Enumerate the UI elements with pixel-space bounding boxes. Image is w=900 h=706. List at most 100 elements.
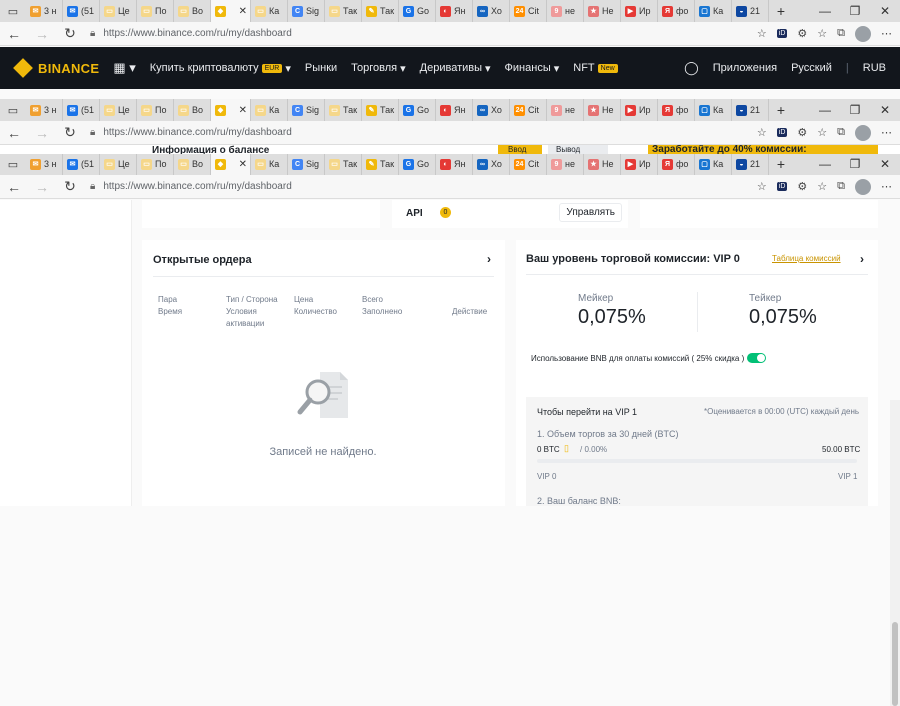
profile-avatar[interactable]: [855, 25, 871, 42]
browser-tab[interactable]: ▭ Во: [174, 153, 211, 175]
browser-tab[interactable]: ▭ Так: [325, 99, 362, 121]
favorites-list-icon[interactable]: ☆: [817, 180, 827, 193]
browser-tab[interactable]: ★ Не: [584, 0, 621, 22]
browser-tab[interactable]: ▭ Во: [174, 99, 211, 121]
favorite-icon[interactable]: ☆: [757, 180, 767, 193]
chevron-right-icon[interactable]: ›: [860, 252, 864, 266]
browser-tab[interactable]: ✉ (51: [63, 153, 100, 175]
browser-tab[interactable]: ◆ ✕: [211, 153, 251, 175]
chevron-right-icon[interactable]: ›: [487, 252, 491, 266]
browser-tab[interactable]: ✉ (51: [63, 0, 100, 22]
withdraw-button[interactable]: Вывод: [548, 145, 608, 154]
window-menu-icon[interactable]: ▭: [0, 99, 26, 121]
browser-tab[interactable]: Яфо: [658, 153, 695, 175]
forward-icon[interactable]: →: [28, 125, 56, 141]
browser-tab[interactable]: ✉ 3 н: [26, 0, 63, 22]
browser-tab[interactable]: G Go: [399, 0, 436, 22]
browser-tab[interactable]: ✎ Так: [362, 99, 399, 121]
profile-avatar[interactable]: [855, 178, 871, 195]
more-icon[interactable]: ⋯: [881, 126, 892, 139]
browser-tab[interactable]: ✎ Так: [362, 153, 399, 175]
favorite-icon[interactable]: ☆: [757, 27, 767, 40]
browser-tab[interactable]: G Go: [399, 99, 436, 121]
reload-icon[interactable]: ↻: [56, 25, 84, 42]
browser-tab[interactable]: ▭ Це: [100, 99, 137, 121]
binance-logo[interactable]: BINANCE: [13, 58, 99, 78]
profile-avatar[interactable]: [855, 124, 871, 141]
nav-trade[interactable]: Торговля ▾: [351, 62, 405, 75]
deposit-button[interactable]: Ввод: [498, 145, 542, 154]
extensions-icon[interactable]: ⚙: [797, 126, 807, 139]
browser-tab[interactable]: ◐ Ян: [436, 153, 473, 175]
forward-icon[interactable]: →: [28, 179, 56, 195]
new-tab-button[interactable]: +: [769, 156, 793, 172]
favorite-icon[interactable]: ☆: [757, 126, 767, 139]
collections-icon[interactable]: ⧉: [837, 27, 845, 40]
browser-tab[interactable]: ∞ Хо: [473, 99, 510, 121]
lock-icon[interactable]: 🔒︎: [90, 127, 95, 138]
browser-tab[interactable]: ▭ Ка: [251, 99, 288, 121]
browser-tab[interactable]: Яфо: [658, 99, 695, 121]
bnb-fee-toggle[interactable]: [747, 353, 766, 363]
back-icon[interactable]: ←: [0, 179, 28, 195]
browser-tab[interactable]: ▢ Ка: [695, 99, 732, 121]
extension-id-icon[interactable]: iD: [776, 128, 788, 137]
browser-tab[interactable]: C Sig: [288, 99, 325, 121]
close-tab-icon[interactable]: ✕: [239, 6, 247, 17]
browser-tab[interactable]: G Go: [399, 153, 436, 175]
address-input[interactable]: 🔒︎ https://www.binance.com/ru/my/dashboar…: [90, 123, 670, 143]
browser-tab[interactable]: Яфо: [658, 0, 695, 22]
browser-tab[interactable]: ▭ Це: [100, 153, 137, 175]
browser-tab[interactable]: 9 не: [547, 153, 584, 175]
browser-tab[interactable]: ✉ 3 н: [26, 153, 63, 175]
browser-tab[interactable]: C Sig: [288, 153, 325, 175]
scrollbar-thumb[interactable]: [892, 622, 898, 706]
browser-tab[interactable]: ▭ Ка: [251, 0, 288, 22]
browser-tab[interactable]: ◒ 21: [732, 99, 769, 121]
window-menu-icon[interactable]: ▭: [0, 0, 26, 22]
reload-icon[interactable]: ↻: [56, 124, 84, 141]
nav-markets[interactable]: Рынки: [305, 62, 337, 74]
window-menu-icon[interactable]: ▭: [0, 153, 26, 175]
collections-icon[interactable]: ⧉: [837, 180, 845, 193]
minimize-icon[interactable]: —: [810, 103, 840, 117]
browser-tab[interactable]: ▶ Ир: [621, 99, 658, 121]
lock-icon[interactable]: 🔒︎: [90, 181, 95, 192]
extension-id-icon[interactable]: iD: [776, 29, 788, 38]
restore-icon[interactable]: ❐: [840, 4, 870, 18]
close-tab-icon[interactable]: ✕: [239, 159, 247, 170]
browser-tab[interactable]: ◒ 21: [732, 153, 769, 175]
browser-tab[interactable]: ▭ Так: [325, 0, 362, 22]
browser-tab[interactable]: ✎ Так: [362, 0, 399, 22]
more-icon[interactable]: ⋯: [881, 27, 892, 40]
browser-tab[interactable]: ▭ Во: [174, 0, 211, 22]
browser-tab[interactable]: ★ Не: [584, 99, 621, 121]
browser-tab[interactable]: ∞ Хо: [473, 153, 510, 175]
browser-tab[interactable]: C Sig: [288, 0, 325, 22]
browser-tab[interactable]: ✉ 3 н: [26, 99, 63, 121]
favorites-list-icon[interactable]: ☆: [817, 126, 827, 139]
restore-icon[interactable]: ❐: [840, 103, 870, 117]
collections-icon[interactable]: ⧉: [837, 126, 845, 139]
minimize-icon[interactable]: —: [810, 4, 840, 18]
extensions-icon[interactable]: ⚙: [797, 27, 807, 40]
nav-nft[interactable]: NFT New: [573, 62, 618, 74]
browser-tab[interactable]: ▢ Ка: [695, 0, 732, 22]
browser-tab[interactable]: ▶ Ир: [621, 0, 658, 22]
browser-tab[interactable]: ◆ ✕: [211, 0, 251, 22]
apps-grid-icon[interactable]: ▦ ▾: [113, 60, 135, 76]
user-icon[interactable]: ◯: [684, 60, 699, 76]
browser-tab[interactable]: ▭ Ка: [251, 153, 288, 175]
browser-tab[interactable]: ▭ По: [137, 0, 174, 22]
fee-table-link[interactable]: Таблица комиссий: [772, 254, 841, 263]
nav-finance[interactable]: Финансы ▾: [505, 62, 560, 75]
address-input[interactable]: 🔒︎ https://www.binance.com/ru/my/dashboar…: [90, 177, 670, 197]
minimize-icon[interactable]: —: [810, 157, 840, 171]
nav-currency[interactable]: RUB: [863, 62, 886, 74]
browser-tab[interactable]: ★ Не: [584, 153, 621, 175]
browser-tab[interactable]: 24 Cit: [510, 153, 547, 175]
api-manage-button[interactable]: Управлять: [559, 203, 622, 222]
browser-tab[interactable]: ▢ Ка: [695, 153, 732, 175]
promo-banner[interactable]: Заработайте до 40% комиссии:: [648, 145, 878, 154]
browser-tab[interactable]: ∞ Хо: [473, 0, 510, 22]
